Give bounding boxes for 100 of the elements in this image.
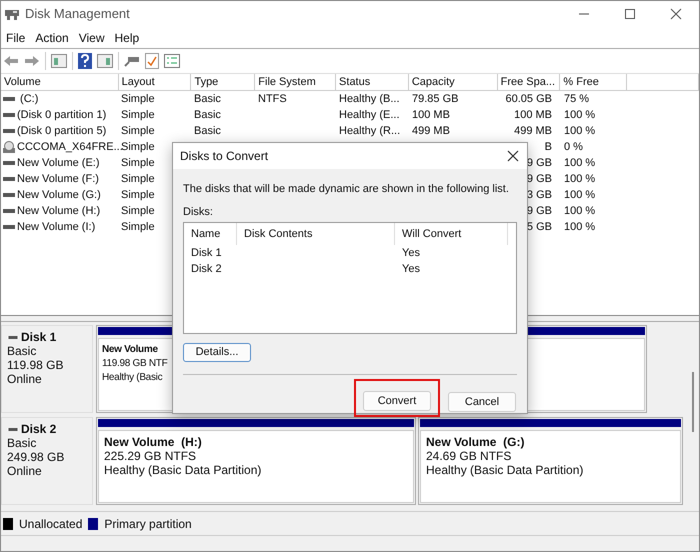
panel-icon[interactable] <box>97 54 113 68</box>
list-cell: Yes <box>402 246 420 259</box>
table-cell-text: 100 % <box>564 124 596 139</box>
table-cell-text: Healthy (R... <box>339 124 400 139</box>
dialog-button[interactable]: Convert <box>363 391 431 412</box>
column-header[interactable]: Free Spa... <box>500 74 556 90</box>
checklist-icon[interactable] <box>145 53 159 69</box>
table-cell-text: New Volume (I:) <box>17 220 96 235</box>
legend-label: Unallocated <box>19 516 82 532</box>
table-cell-text: Healthy (E... <box>339 108 400 123</box>
optical-drive-icon <box>3 141 15 153</box>
table-cell-text: 100 % <box>564 204 596 219</box>
column-header[interactable]: Status <box>339 74 370 90</box>
legend-label: Primary partition <box>104 516 192 532</box>
table-cell-text: 100 % <box>564 108 596 123</box>
column-header[interactable]: File System <box>258 74 316 90</box>
column-header[interactable]: Disk Contents <box>244 226 312 242</box>
table-cell-text: (Disk 0 partition 1) <box>17 108 106 123</box>
table-cell-text: 100 % <box>564 188 596 203</box>
partition-block[interactable]: New Volume (G:) 24.69 GB NTFS Healthy (Basic Data Partition) <box>418 417 683 505</box>
menu-item[interactable]: File <box>1 28 30 46</box>
table-cell-text: CCCOMA_X64FRE... <box>17 140 123 155</box>
disk-size: 249.98 GB <box>7 450 66 464</box>
volume-status: Healthy (Basic <box>102 371 162 385</box>
panel-icon[interactable] <box>51 54 67 68</box>
drive-icon <box>7 336 19 338</box>
drive-icon <box>3 97 15 101</box>
table-cell-text: Basic <box>194 124 221 139</box>
disk-name: Disk 1 <box>21 330 56 344</box>
table-cell-text: Simple <box>121 188 155 203</box>
table-cell-text: Simple <box>121 156 155 171</box>
table-cell-text: Healthy (B... <box>339 92 400 107</box>
menu-item[interactable]: Action <box>30 28 74 46</box>
list-cell: Yes <box>402 262 420 275</box>
table-cell-text: 100 MB <box>412 108 450 123</box>
table-cell-text: B <box>544 140 552 155</box>
column-header[interactable]: Type <box>194 74 218 90</box>
column-header[interactable]: Layout <box>122 74 155 90</box>
close-icon[interactable] <box>507 150 519 162</box>
table-cell-text: Simple <box>121 204 155 219</box>
volume-name: New Volume (H:) <box>104 435 202 449</box>
window-title: Disk Management <box>25 5 130 24</box>
column-header[interactable]: Capacity <box>412 74 455 90</box>
properties-icon[interactable] <box>164 54 180 68</box>
column-header[interactable]: Name <box>191 226 220 242</box>
table-cell-text: 79.85 GB <box>412 92 458 107</box>
menu-item[interactable]: Help <box>110 28 144 46</box>
drive-icon <box>3 161 15 165</box>
menu-item[interactable]: View <box>74 28 110 46</box>
table-cell-text: Simple <box>121 220 155 235</box>
list-label: Disks: <box>183 204 214 220</box>
table-cell-text: New Volume (G:) <box>17 188 101 203</box>
disk-name: Disk 2 <box>21 422 56 436</box>
table-cell-text: Simple <box>121 92 155 107</box>
drive-icon <box>3 225 15 229</box>
help-icon[interactable] <box>78 53 92 69</box>
volume-name: New Volume <box>102 343 158 357</box>
table-cell-text: Basic <box>194 108 221 123</box>
table-cell-text: 100 % <box>564 156 596 171</box>
table-cell-text: 100 MB <box>514 108 552 123</box>
dialog-message: The disks that will be made dynamic are shown in the following list. <box>183 182 510 197</box>
column-header[interactable]: Volume <box>4 74 41 90</box>
column-header[interactable]: % Free <box>563 74 599 90</box>
table-cell-text: 0 % <box>564 140 583 155</box>
dialog-button[interactable]: Cancel <box>448 392 516 412</box>
table-cell-text: Simple <box>121 124 155 139</box>
scrollbar-thumb[interactable] <box>692 372 694 432</box>
disk-type: Basic <box>7 344 38 358</box>
partition-block[interactable]: New Volume (H:) 225.29 GB NTFS Healthy (Basic Data Partition) <box>96 417 416 505</box>
table-cell-text: (Disk 0 partition 5) <box>17 124 106 139</box>
disk-size: 119.98 GB <box>7 358 64 372</box>
volume-name: New Volume (G:) <box>426 435 524 449</box>
table-cell-text: New Volume (F:) <box>17 172 99 187</box>
volume-size: 119.98 GB NTF <box>102 357 168 371</box>
drive-icon <box>3 209 15 213</box>
drive-icon <box>3 193 15 197</box>
table-cell-text: Simple <box>121 108 155 123</box>
table-cell-text: NTFS <box>258 92 287 107</box>
table-cell-text: (C:) <box>19 92 38 107</box>
drive-icon <box>7 428 19 430</box>
column-header[interactable]: Will Convert <box>402 226 462 242</box>
table-cell-text: New Volume (H:) <box>17 204 100 219</box>
table-cell-text: Basic <box>194 92 221 107</box>
list-cell: Disk 2 <box>191 262 222 275</box>
volume-status: Healthy (Basic Data Partition) <box>426 463 584 477</box>
dialog-title: Disks to Convert <box>180 148 268 165</box>
forward-arrow-icon[interactable] <box>24 55 40 67</box>
disk-app-icon <box>4 7 20 21</box>
table-cell-text: 60.05 GB <box>506 92 552 107</box>
table-cell-text: 75 % <box>564 92 590 107</box>
table-cell-text: Simple <box>121 140 155 155</box>
table-cell-text: 100 % <box>564 172 596 187</box>
drive-icon <box>3 177 15 181</box>
table-cell-text: 499 MB <box>412 124 450 139</box>
list-cell: Disk 1 <box>191 246 222 259</box>
disk-status: Online <box>7 372 43 386</box>
details-button[interactable]: Details... <box>183 343 251 362</box>
table-cell-text: 100 % <box>564 220 596 235</box>
back-arrow-icon[interactable] <box>3 55 19 67</box>
disk-status: Online <box>7 464 43 478</box>
